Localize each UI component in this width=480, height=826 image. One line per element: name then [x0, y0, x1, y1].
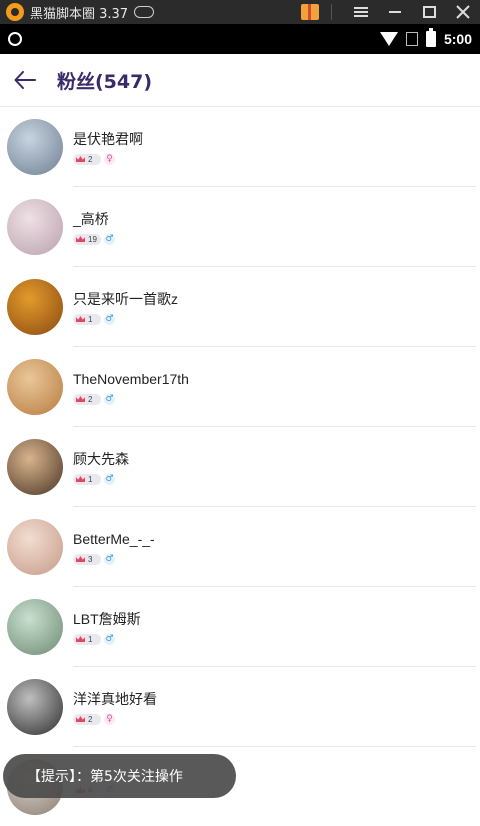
fan-info: 是伏艳君啊 2 ♀ [73, 130, 143, 165]
crown-icon [76, 556, 85, 562]
crown-icon [76, 316, 85, 322]
gender-male-icon: ♂ [104, 553, 115, 565]
fan-list: 是伏艳君啊 2 ♀ _高桥 19 ♂ 只是来听一首歌z 1 ♂ TheNovember17th 2 ♂… [0, 107, 480, 826]
fan-info: 洋洋真地好看 2 ♀ [73, 690, 157, 725]
fan-info: 顾大先森 1 ♂ [73, 450, 129, 485]
fan-badges: 1 ♂ [73, 313, 178, 325]
avatar[interactable] [7, 119, 63, 175]
level-badge: 2 [73, 713, 101, 725]
gender-male-icon: ♂ [104, 393, 115, 405]
crown-icon [76, 476, 85, 482]
fan-list-item[interactable]: TheNovember17th 2 ♂ [0, 347, 480, 427]
fan-name: 是伏艳君啊 [73, 130, 143, 147]
gender-female-icon: ♀ [104, 153, 115, 165]
level-badge: 2 [73, 393, 101, 405]
crown-icon [76, 156, 85, 162]
fan-info: TheNovember17th 2 ♂ [73, 370, 189, 405]
level-badge: 1 [73, 313, 101, 325]
level-number: 2 [88, 154, 93, 164]
crown-icon [76, 236, 85, 242]
fan-info: BetterMe_-_- 3 ♂ [73, 530, 155, 565]
level-badge: 1 [73, 633, 101, 645]
gender-male-icon: ♂ [104, 233, 115, 245]
avatar[interactable] [7, 199, 63, 255]
crown-icon [76, 396, 85, 402]
fan-list-item[interactable]: BetterMe_-_- 3 ♂ [0, 507, 480, 587]
gender-male-icon: ♂ [104, 633, 115, 645]
level-number: 3 [88, 554, 93, 564]
gender-male-icon: ♂ [104, 313, 115, 325]
level-badge: 19 [73, 233, 101, 245]
close-button[interactable] [446, 0, 480, 24]
crown-icon [76, 636, 85, 642]
avatar[interactable] [7, 519, 63, 575]
level-number: 19 [88, 234, 97, 244]
fan-badges: 19 ♂ [73, 233, 115, 245]
level-number: 2 [88, 714, 93, 724]
level-badge: 1 [73, 473, 101, 485]
maximize-button[interactable] [412, 0, 446, 24]
page-title: 粉丝(547) [57, 70, 153, 93]
fan-badges: 2 ♂ [73, 393, 189, 405]
fan-name: 只是来听一首歌z [73, 290, 178, 307]
toolbar-divider [331, 4, 332, 20]
fan-info: LBT詹姆斯 1 ♂ [73, 610, 141, 645]
close-icon [456, 5, 470, 19]
status-bar: 5:00 [0, 24, 480, 54]
avatar[interactable] [7, 599, 63, 655]
status-time: 5:00 [443, 31, 472, 47]
back-button[interactable] [0, 54, 50, 107]
back-arrow-icon [14, 71, 36, 89]
menu-button[interactable] [344, 0, 378, 24]
gender-female-icon: ♀ [104, 713, 115, 725]
fan-list-item[interactable]: 洋洋真地好看 2 ♀ [0, 667, 480, 747]
maximize-icon [422, 6, 436, 18]
toast-message: 【提示】：第5次关注操作 [3, 754, 236, 798]
avatar[interactable] [7, 679, 63, 735]
fan-badges: 2 ♀ [73, 153, 143, 165]
sync-icon [8, 32, 22, 46]
minimize-icon [389, 11, 401, 13]
menu-icon [354, 7, 368, 17]
emulator-title-bar: 黑猫脚本圈 3.37 [0, 0, 480, 24]
fan-name: 顾大先森 [73, 450, 129, 467]
fan-list-item[interactable]: 只是来听一首歌z 1 ♂ [0, 267, 480, 347]
fan-name: 洋洋真地好看 [73, 690, 157, 707]
fan-list-item[interactable]: LBT詹姆斯 1 ♂ [0, 587, 480, 667]
fan-badges: 1 ♂ [73, 633, 141, 645]
level-number: 1 [88, 474, 93, 484]
minimize-button[interactable] [378, 0, 412, 24]
fan-name: TheNovember17th [73, 370, 189, 387]
emulator-title: 黑猫脚本圈 3.37 [30, 6, 129, 22]
level-number: 1 [88, 314, 93, 324]
gamepad-icon[interactable] [134, 6, 155, 18]
avatar[interactable] [7, 359, 63, 415]
no-signal-icon [405, 32, 418, 46]
avatar[interactable] [7, 279, 63, 335]
fan-name: _高桥 [73, 210, 109, 227]
fan-badges: 2 ♀ [73, 713, 157, 725]
level-number: 2 [88, 394, 93, 404]
fan-info: 只是来听一首歌z 1 ♂ [73, 290, 178, 325]
wifi-icon [379, 32, 398, 46]
fan-list-item[interactable]: _高桥 19 ♂ [0, 187, 480, 267]
fan-name: BetterMe_-_- [73, 530, 155, 547]
level-badge: 2 [73, 153, 101, 165]
fan-badges: 3 ♂ [73, 553, 155, 565]
level-badge: 3 [73, 553, 101, 565]
fan-list-item[interactable]: 顾大先森 1 ♂ [0, 427, 480, 507]
app-header: 粉丝(547) [0, 54, 480, 107]
fan-name: LBT詹姆斯 [73, 610, 141, 627]
fan-info: _高桥 19 ♂ [73, 210, 115, 245]
fan-badges: 1 ♂ [73, 473, 129, 485]
level-number: 1 [88, 634, 93, 644]
crown-icon [76, 716, 85, 722]
fan-list-item[interactable]: 是伏艳君啊 2 ♀ [0, 107, 480, 187]
gift-icon[interactable] [301, 4, 319, 20]
gender-male-icon: ♂ [104, 473, 115, 485]
battery-icon [425, 28, 436, 47]
emulator-logo-icon [6, 3, 24, 21]
avatar[interactable] [7, 439, 63, 495]
